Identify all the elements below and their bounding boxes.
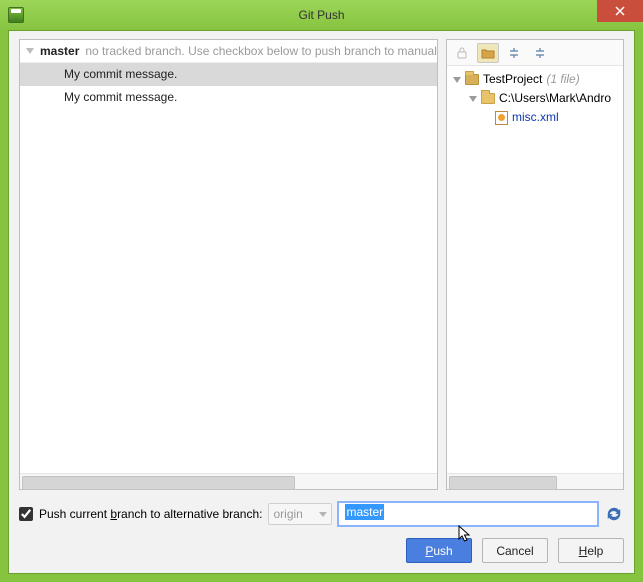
project-file-count: (1 file) [546, 71, 579, 88]
alternative-branch-row: Push current branch to alternative branc… [19, 502, 624, 526]
commit-message: My commit message. [64, 67, 177, 81]
chevron-down-icon [453, 77, 461, 83]
close-button[interactable] [597, 0, 643, 22]
project-name: TestProject [483, 71, 542, 88]
folder-icon [481, 93, 495, 104]
close-icon [615, 6, 625, 16]
chevron-down-icon [319, 512, 327, 517]
files-pane: TestProject (1 file) C:\Users\Mark\Andro… [446, 39, 624, 490]
push-button[interactable]: Push [406, 538, 472, 563]
commit-row[interactable]: My commit message. [20, 63, 437, 86]
target-branch-input[interactable]: master [338, 502, 598, 526]
dialog-window: Git Push master no tracked branch. Use c… [0, 0, 643, 582]
commits-pane: master no tracked branch. Use checkbox b… [19, 39, 438, 490]
dialog-content: master no tracked branch. Use checkbox b… [8, 30, 635, 574]
folder-icon [481, 46, 495, 60]
chevron-down-icon [26, 48, 34, 54]
push-alternative-checkbox[interactable] [19, 507, 33, 521]
branch-name: master [40, 44, 79, 58]
expand-all-button[interactable] [503, 43, 525, 63]
help-button[interactable]: Help [558, 538, 624, 563]
branch-note: no tracked branch. Use checkbox below to… [85, 44, 437, 58]
refresh-icon [604, 504, 624, 524]
window-title: Git Push [0, 8, 643, 22]
remote-name: origin [273, 507, 302, 521]
file-name: misc.xml [512, 109, 559, 126]
cancel-button[interactable]: Cancel [482, 538, 548, 563]
horizontal-scrollbar[interactable] [20, 473, 437, 489]
tree-file-row[interactable]: misc.xml [447, 108, 623, 127]
group-by-directory-button[interactable] [477, 43, 499, 63]
horizontal-scrollbar[interactable] [447, 473, 623, 489]
file-icon [495, 111, 508, 125]
dialog-buttons: Push Cancel Help [19, 538, 624, 563]
folder-path: C:\Users\Mark\Andro [499, 90, 611, 107]
titlebar: Git Push [0, 0, 643, 30]
commit-list[interactable]: My commit message. My commit message. [20, 63, 437, 473]
project-folder-icon [465, 74, 479, 85]
commit-message: My commit message. [64, 90, 177, 104]
tree-folder-row[interactable]: C:\Users\Mark\Andro [447, 89, 623, 108]
files-toolbar [447, 40, 623, 66]
push-alternative-label[interactable]: Push current branch to alternative branc… [39, 507, 262, 521]
lock-button [451, 43, 473, 63]
split-panes: master no tracked branch. Use checkbox b… [19, 39, 624, 490]
branch-header[interactable]: master no tracked branch. Use checkbox b… [20, 40, 437, 63]
lock-icon [455, 46, 469, 60]
remote-combo: origin [268, 503, 332, 525]
expand-all-icon [507, 46, 521, 60]
collapse-all-button[interactable] [529, 43, 551, 63]
file-tree[interactable]: TestProject (1 file) C:\Users\Mark\Andro… [447, 66, 623, 473]
tree-project-row[interactable]: TestProject (1 file) [447, 70, 623, 89]
chevron-down-icon [469, 96, 477, 102]
commit-row[interactable]: My commit message. [20, 86, 437, 109]
refresh-button[interactable] [604, 504, 624, 524]
collapse-all-icon [533, 46, 547, 60]
target-branch-value: master [345, 504, 384, 520]
